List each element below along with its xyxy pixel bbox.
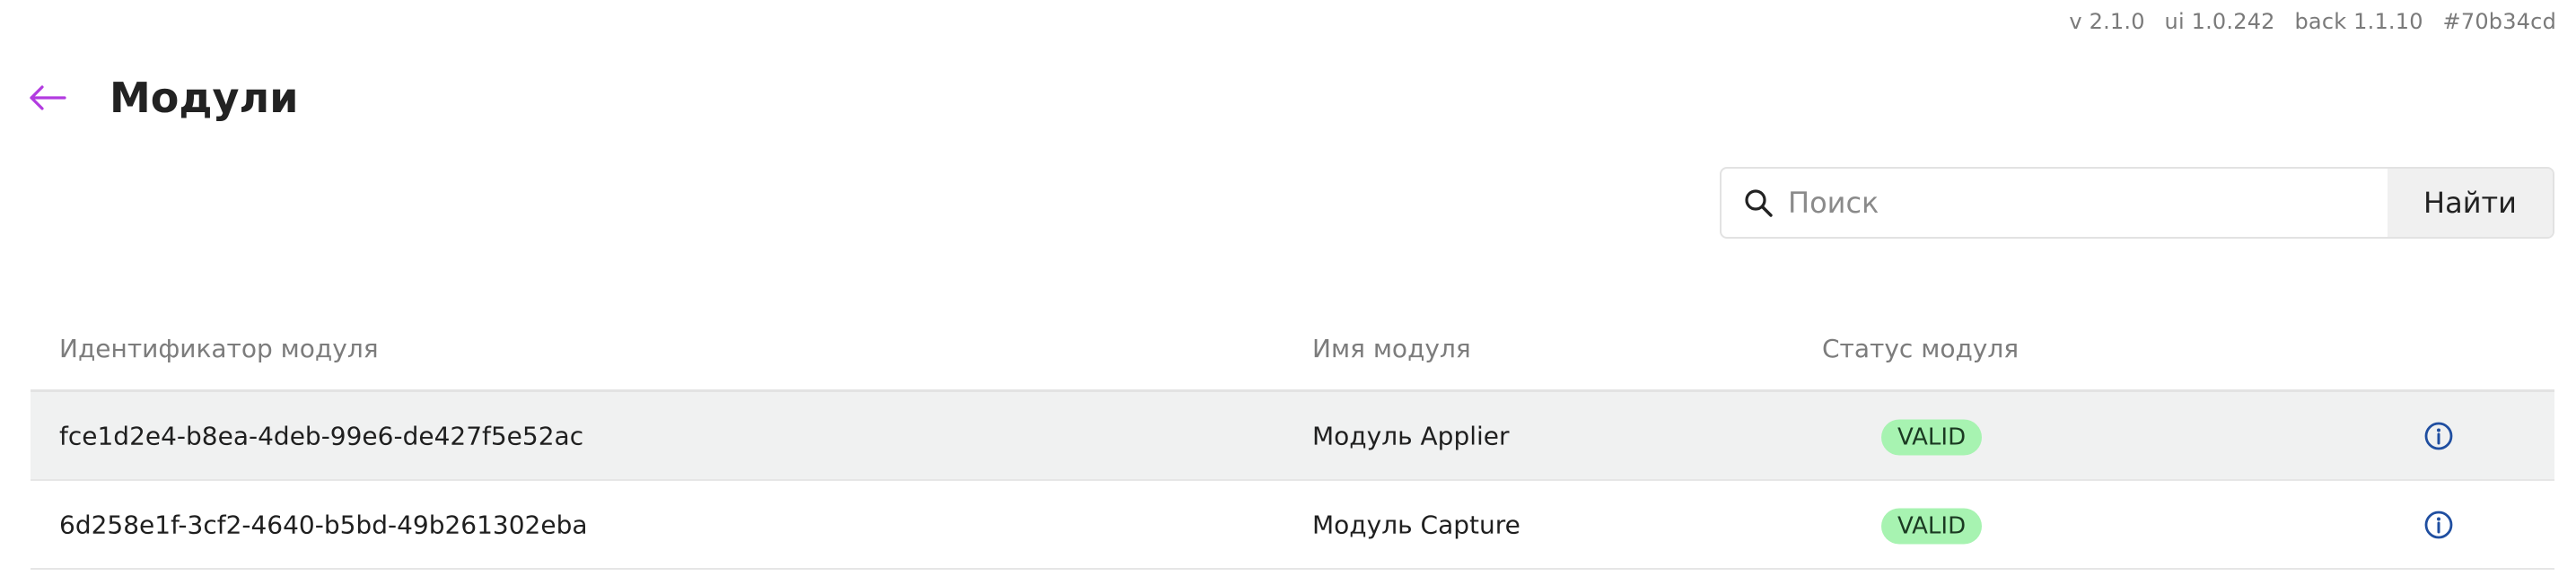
status-badge-wrapper: VALID bbox=[1881, 419, 1983, 455]
module-id: 6d258e1f-3cf2-4640-b5bd-49b261302eba bbox=[59, 510, 588, 539]
search-bar: Найти bbox=[1720, 167, 2554, 239]
info-icon bbox=[2424, 511, 2453, 538]
column-header-id[interactable]: Идентификатор модуля bbox=[59, 334, 379, 363]
search-field[interactable] bbox=[1722, 169, 2388, 237]
search-icon bbox=[1745, 189, 1773, 217]
status-badge: VALID bbox=[1881, 419, 1983, 455]
app-version: v 2.1.0 bbox=[2069, 9, 2145, 34]
build-hash: #70b34cd bbox=[2442, 9, 2556, 34]
back-version: back 1.1.10 bbox=[2294, 9, 2423, 34]
info-button[interactable] bbox=[2423, 421, 2454, 451]
back-button[interactable] bbox=[29, 79, 66, 117]
module-name: Модуль Capture bbox=[1312, 510, 1520, 539]
info-button[interactable] bbox=[2423, 510, 2454, 540]
status-badge: VALID bbox=[1881, 508, 1983, 544]
status-badge-wrapper: VALID bbox=[1881, 508, 1983, 544]
table-row[interactable]: 6d258e1f-3cf2-4640-b5bd-49b261302eba Мод… bbox=[31, 481, 2554, 570]
ui-version: ui 1.0.242 bbox=[2164, 9, 2275, 34]
info-icon bbox=[2424, 422, 2453, 449]
arrow-left-icon bbox=[30, 85, 66, 110]
table-row[interactable]: fce1d2e4-b8ea-4deb-99e6-de427f5e52ac Мод… bbox=[31, 392, 2554, 481]
column-header-status[interactable]: Статус модуля bbox=[1822, 334, 2019, 363]
table-header: Идентификатор модуля Имя модуля Статус м… bbox=[31, 323, 2554, 392]
modules-table: Идентификатор модуля Имя модуля Статус м… bbox=[31, 323, 2554, 570]
page-header: Модули bbox=[29, 74, 298, 122]
search-input[interactable] bbox=[1786, 185, 2346, 221]
search-button[interactable]: Найти bbox=[2388, 169, 2553, 237]
column-header-name[interactable]: Имя модуля bbox=[1312, 334, 1471, 363]
version-info: v 2.1.0 ui 1.0.242 back 1.1.10 #70b34cd bbox=[2069, 9, 2556, 34]
module-name: Модуль Applier bbox=[1312, 421, 1510, 450]
page-title: Модули bbox=[110, 74, 299, 122]
modules-page: v 2.1.0 ui 1.0.242 back 1.1.10 #70b34cd … bbox=[0, 0, 2576, 576]
module-id: fce1d2e4-b8ea-4deb-99e6-de427f5e52ac bbox=[59, 421, 584, 450]
